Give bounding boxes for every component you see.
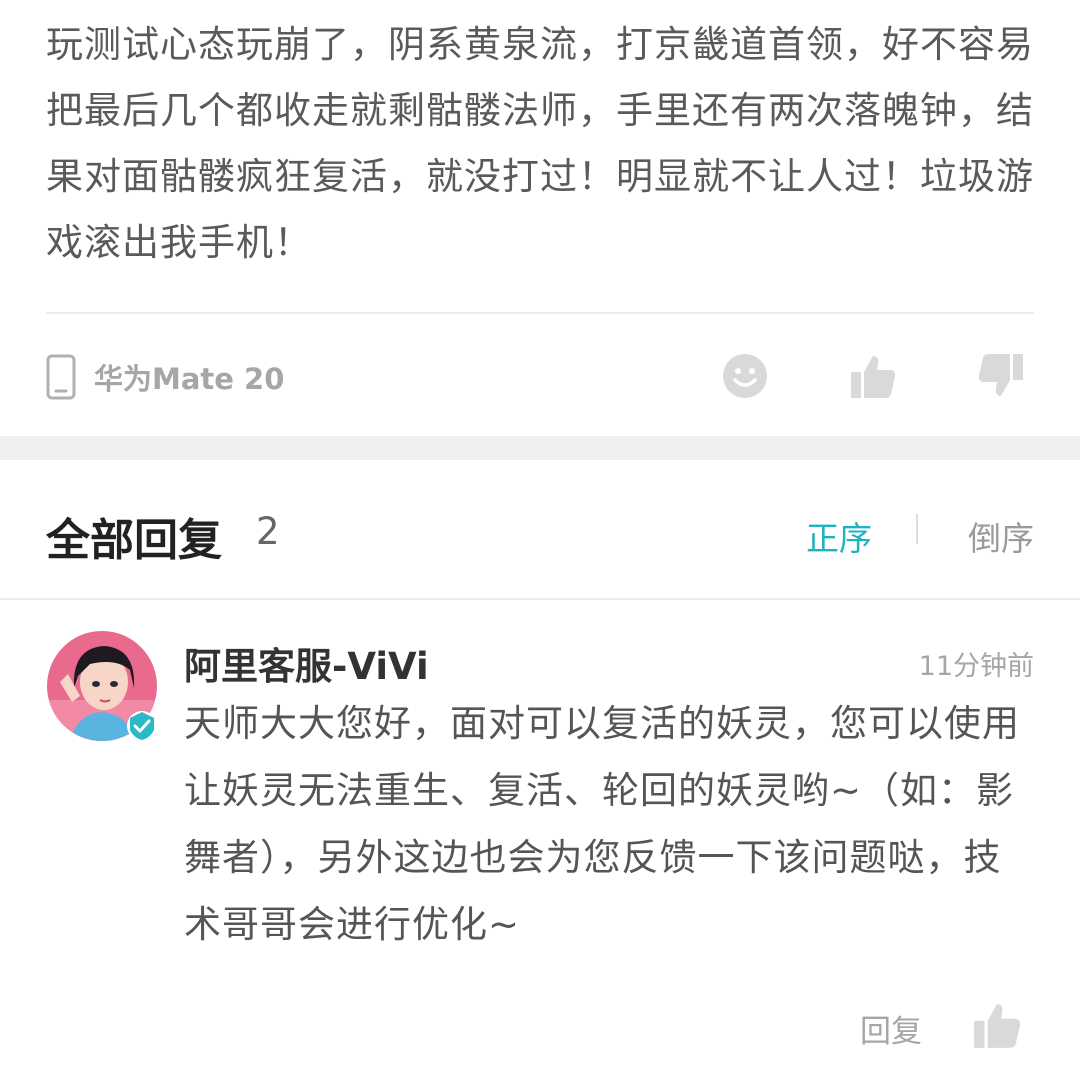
post-divider <box>46 312 1034 314</box>
device-label: 华为Mate 20 <box>94 362 285 396</box>
sort-descending-tab[interactable]: 倒序 <box>968 512 1034 560</box>
thumbs-down-icon <box>978 354 1023 396</box>
dislike-button[interactable] <box>976 350 1026 402</box>
sort-ascending-tab[interactable]: 正序 <box>806 512 872 560</box>
sort-divider <box>916 514 918 544</box>
replies-header: 全部回复 2 正序 倒序 <box>46 498 1034 568</box>
device-info: 华为Mate 20 <box>46 352 284 402</box>
avatar[interactable] <box>46 630 158 742</box>
replies-title: 全部回复 <box>46 515 222 566</box>
reply-button[interactable]: 回复 <box>860 1006 922 1051</box>
reply-author-name[interactable]: 阿里客服-ViVi <box>184 636 429 690</box>
replies-count: 2 <box>256 510 280 553</box>
thumbs-up-icon <box>851 356 896 398</box>
reply-timestamp: 11分钟前 <box>918 651 1034 682</box>
reply-content: 天师大大您好，面对可以复活的妖灵，您可以使用让妖灵无法重生、复活、轮回的妖灵哟~… <box>184 702 1020 946</box>
emoji-button[interactable] <box>720 350 770 402</box>
phone-icon <box>46 354 76 400</box>
like-button[interactable] <box>848 350 898 402</box>
emoji-icon <box>723 354 767 398</box>
post-content: 玩测试心态玩崩了，阴系黄泉流，打京畿道首领，好不容易把最后几个都收走就剩骷髅法师… <box>46 23 1034 264</box>
section-separator <box>0 436 1080 460</box>
header-divider <box>0 598 1080 600</box>
thumbs-up-icon[interactable] <box>972 1000 1022 1050</box>
